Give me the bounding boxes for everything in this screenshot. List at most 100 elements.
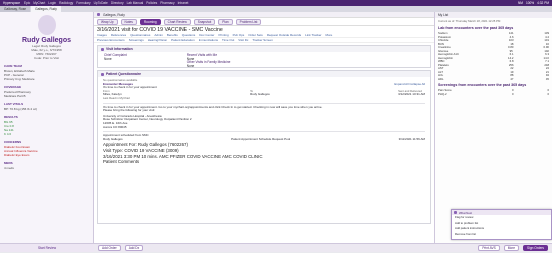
patient-avatar[interactable] (37, 15, 56, 35)
action-link[interactable]: More (326, 33, 333, 37)
questionnaire-title: Patient Questionnaire (106, 72, 142, 76)
home-icon[interactable] (97, 13, 100, 16)
message-meta-2: Rudy Gallegos Patient Appointment Schedu… (103, 136, 425, 142)
bookmark[interactable]: UpToDate (94, 1, 108, 5)
popup-item[interactable]: Remove from list (452, 232, 551, 238)
encounter-title: 3/16/2021 visit for COVID 19 VACCINE - S… (97, 27, 223, 33)
bookmark[interactable]: MyChart (33, 1, 45, 5)
action-link[interactable]: Doc Center (199, 33, 214, 37)
action-link[interactable]: Request Outside Records (267, 33, 301, 37)
appointment-for: Appointment For: Rudy Gallegos (7602267) (103, 142, 188, 148)
snapshot-button[interactable]: Snapshot (193, 18, 216, 25)
divider (103, 131, 425, 133)
divider (103, 102, 425, 104)
bookmark[interactable]: Radiology (59, 1, 73, 5)
bookmark[interactable]: Formulary (76, 1, 90, 5)
bookmark[interactable]: Policies (146, 1, 157, 5)
action-link[interactable]: Link Tracker (305, 33, 321, 37)
results-label: RESULTS (4, 115, 18, 119)
coverage-item: Medicare Part B (4, 94, 26, 98)
what-next-popup: What Next Flag for review Add to problem… (451, 209, 552, 240)
notes-button[interactable]: Notes (120, 18, 137, 25)
action-link[interactable]: Admin (154, 33, 163, 37)
meds-label: MEDS (4, 161, 13, 165)
result-item[interactable]: K 4.6 (4, 132, 89, 136)
action-link[interactable]: Benefits (167, 33, 178, 37)
chart-review-label: Chart Review (167, 19, 187, 24)
lab-row-value: 45 (545, 76, 549, 81)
screening-table: Pain Score 0 0 PHQ-2 0 0 (435, 88, 552, 97)
action-link[interactable]: Order Sets (248, 33, 263, 37)
concern-item[interactable]: Diabetic Eye Exam (4, 153, 89, 157)
screening-row-value: 0 (511, 91, 514, 96)
concerns-label: CONCERNS (4, 140, 22, 144)
sent-col: Sent and Delivered 3/12/2021 10:31 AM (398, 89, 425, 97)
last-read-label: Last Read in MyChart (103, 95, 131, 100)
breadcrumb-patient[interactable]: Gallegos, Rudy (103, 13, 125, 17)
bookmark[interactable]: Login (48, 1, 56, 5)
print-avs-button[interactable]: Print AVS (478, 245, 500, 251)
screening-row-label: PHQ-2 (438, 91, 447, 96)
status-item: 100% (525, 1, 535, 5)
nav-link[interactable]: Time Out (222, 38, 234, 42)
notes-label: Notes (124, 19, 133, 24)
nav-link[interactable]: Patient Education (171, 38, 195, 42)
questionnaire-section: Patient Questionnaire No questionnaires … (97, 70, 431, 224)
rooming-button[interactable]: Rooming (139, 18, 161, 25)
patient-name[interactable]: Rudy Gallegos (0, 37, 93, 44)
nav-link[interactable]: Hearing/Vision (148, 38, 167, 42)
bookmark[interactable]: Pharmacy (160, 1, 174, 5)
lab-row-value: 47 (510, 76, 514, 81)
rooming-label: Rooming (143, 19, 157, 24)
visit-info-left: Chief Complaint None (104, 53, 127, 65)
wrap-up-label: Wrap Up (101, 19, 114, 24)
bottom-action-bar: Add Order Add Dx Print AVS More Sign Ord… (94, 243, 552, 252)
bookmark[interactable]: Directory (111, 1, 124, 5)
bookmark-bar: Epic MyChart Login Radiology Formulary U… (24, 1, 188, 5)
action-link[interactable]: Pub Ops (233, 33, 245, 37)
action-link[interactable]: Images (97, 33, 107, 37)
add-order-button[interactable]: Add Order (98, 245, 121, 251)
bookmark[interactable]: Epic (24, 1, 30, 5)
sent-value: 3/12/2021 10:31 AM (398, 92, 425, 97)
nav-link[interactable]: Immunizations (199, 38, 218, 42)
action-link[interactable]: References (111, 33, 126, 37)
patient-code-status[interactable]: Code: Prior to Visit (0, 56, 93, 60)
my-list-tab[interactable]: My List (438, 13, 448, 17)
bookmark[interactable]: Lab Manual (127, 1, 144, 5)
patient-sidebar: Rudy Gallegos Legal: Rudy Gallegos Male,… (0, 12, 94, 252)
action-link[interactable]: Questionnaires (130, 33, 150, 37)
wrap-up-button[interactable]: Wrap Up (97, 18, 118, 25)
lab-section-title[interactable]: Lab from encounters over the past 365 da… (435, 24, 552, 32)
visit-info-section: Visit Information Chief Complaint None R… (97, 45, 431, 68)
clinic-address: Aurora CO 80045 (103, 124, 127, 129)
nav-link[interactable]: Tracker Screen (252, 38, 272, 42)
expand-collapse-link[interactable]: Expand All Collapse All (394, 82, 425, 87)
appointment-time: 3/16/2021 3:30 PM 10 mins. AMC PFIZER CO… (103, 153, 263, 159)
coverage-label: COVERAGE (4, 85, 22, 89)
clock: 4:32 PM (537, 1, 549, 5)
care-team-label: CARE TEAM (4, 64, 22, 68)
plan-button[interactable]: Plan (218, 18, 233, 25)
add-dx-button[interactable]: Add Dx (124, 245, 144, 251)
bookmark[interactable]: Intranet (178, 1, 189, 5)
to-value: Rudy Gallegos (250, 92, 270, 97)
screening-section-title[interactable]: Screenings from encounters over the past… (435, 81, 552, 89)
meds-count[interactable]: 4 meds (4, 166, 89, 170)
nav-link[interactable]: Previous Encounters (97, 38, 125, 42)
problem-list-button[interactable]: Problem List (235, 18, 262, 25)
chart-review-button[interactable]: Chart Review (163, 18, 191, 25)
action-link[interactable]: Questions (182, 33, 196, 37)
to2-value: Patient Appointment Schedule Request Poo… (231, 136, 291, 141)
screening-row-value: 0 (547, 91, 549, 96)
nav-link[interactable]: Screenings (129, 38, 144, 42)
start-review-button[interactable]: Start Review (0, 243, 94, 252)
screening-row[interactable]: PHQ-2 0 0 (438, 91, 549, 97)
vitals-label: LAST VITALS (4, 102, 24, 106)
action-link[interactable]: Printing (218, 33, 228, 37)
questionnaire-icon (101, 72, 104, 76)
nav-link[interactable]: Visit Dx (238, 38, 248, 42)
sign-orders-button[interactable]: Sign Orders (522, 245, 548, 251)
lightbulb-icon (454, 211, 457, 214)
more-button[interactable]: More (503, 245, 519, 251)
